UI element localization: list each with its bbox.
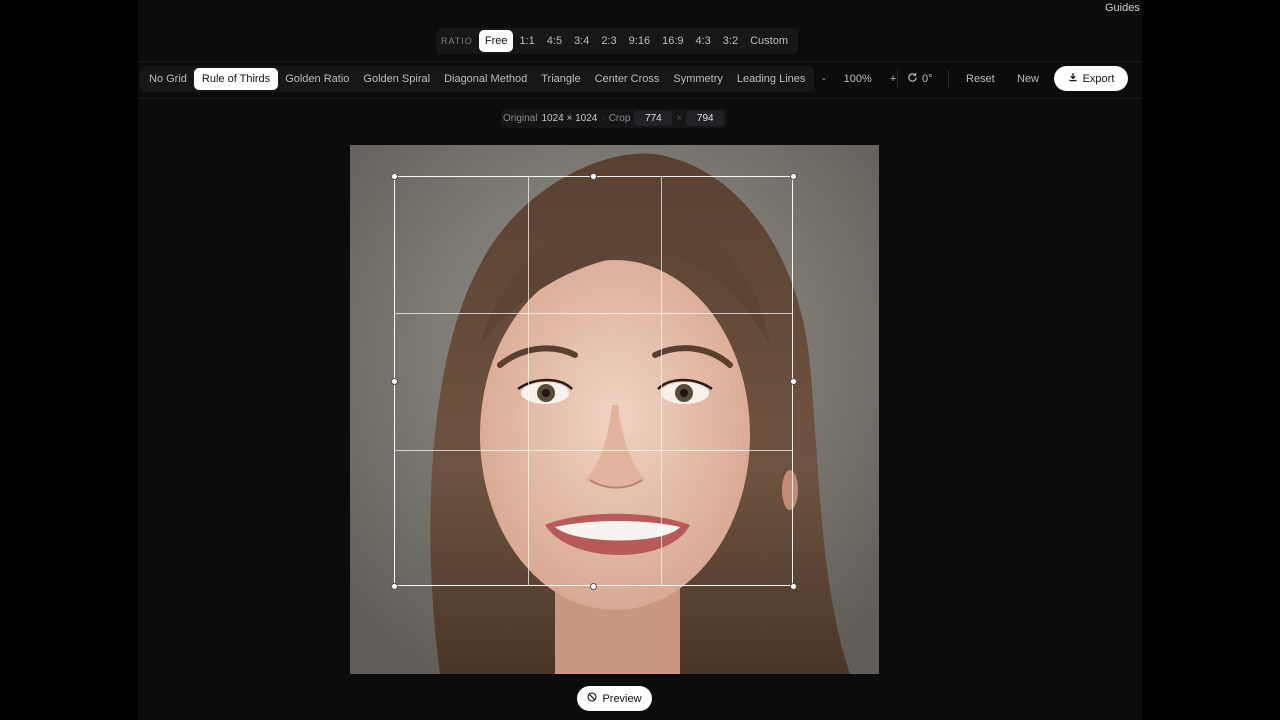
ratio-option-4-3[interactable]: 4:3 (690, 30, 717, 52)
ratio-option-16-9[interactable]: 16:9 (656, 30, 689, 52)
ratio-option-3-2[interactable]: 3:2 (717, 30, 744, 52)
original-label: Original (503, 113, 538, 124)
grid-option-golden-ratio[interactable]: Golden Ratio (278, 68, 356, 90)
grid-option-symmetry[interactable]: Symmetry (666, 68, 730, 90)
crop-handle-top-left[interactable] (391, 173, 398, 180)
grid-option-center-cross[interactable]: Center Cross (588, 68, 667, 90)
crop-handle-bottom[interactable] (590, 583, 597, 590)
zoom-in-button[interactable]: + (884, 69, 902, 89)
ratio-option-3-4[interactable]: 3:4 (568, 30, 595, 52)
grid-selector: No Grid Rule of Thirds Golden Ratio Gold… (140, 66, 815, 92)
rotation-value: 0° (922, 73, 933, 85)
grid-option-golden-spiral[interactable]: Golden Spiral (356, 68, 437, 90)
divider (897, 70, 898, 88)
export-label: Export (1082, 72, 1115, 85)
ratio-option-custom[interactable]: Custom (744, 30, 794, 52)
download-icon (1068, 72, 1078, 85)
ratio-option-4-5[interactable]: 4:5 (541, 30, 568, 52)
crop-handle-top[interactable] (590, 173, 597, 180)
grid-option-no-grid[interactable]: No Grid (142, 68, 194, 90)
crop-handle-bottom-left[interactable] (391, 583, 398, 590)
new-button[interactable]: New (1017, 66, 1039, 92)
times-symbol: × (676, 113, 683, 124)
crop-label: Crop (608, 113, 631, 124)
crop-height-input[interactable]: 794 (686, 111, 725, 126)
zoom-out-button[interactable]: - (816, 69, 832, 89)
grid-option-triangle[interactable]: Triangle (534, 68, 587, 90)
ratio-option-9-16[interactable]: 9:16 (623, 30, 656, 52)
grid-option-rule-of-thirds[interactable]: Rule of Thirds (193, 68, 279, 90)
crop-handle-top-right[interactable] (790, 173, 797, 180)
rotate-button[interactable]: 0° (907, 66, 933, 92)
crop-handle-left[interactable] (391, 378, 398, 385)
crop-handle-bottom-right[interactable] (790, 583, 797, 590)
ratio-option-2-3[interactable]: 2:3 (595, 30, 622, 52)
original-size: 1024 × 1024 (541, 113, 598, 124)
separator: · (601, 113, 605, 124)
preview-label: Preview (602, 692, 642, 705)
dimension-info: Original 1024 × 1024 · Crop 774 × 794 (501, 109, 728, 128)
ratio-label: RATIO (441, 36, 473, 46)
grid-option-leading-lines[interactable]: Leading Lines (730, 68, 813, 90)
reset-button[interactable]: Reset (966, 66, 995, 92)
grid-line-horizontal (395, 313, 792, 314)
grid-line-vertical (661, 177, 662, 585)
zoom-level: 100% (843, 73, 872, 85)
eye-icon (587, 692, 597, 705)
export-button[interactable]: Export (1054, 66, 1128, 91)
crop-frame[interactable] (394, 176, 793, 586)
rotate-icon (907, 72, 918, 86)
zoom-control: - 100% + (816, 66, 902, 92)
crop-width-input[interactable]: 774 (634, 111, 673, 126)
guides-link[interactable]: Guides (1105, 2, 1140, 14)
grid-option-diagonal-method[interactable]: Diagonal Method (437, 68, 534, 90)
ratio-option-free[interactable]: Free (478, 30, 514, 52)
crop-handle-right[interactable] (790, 378, 797, 385)
grid-line-horizontal (395, 450, 792, 451)
preview-button[interactable]: Preview (577, 686, 652, 711)
grid-line-vertical (528, 177, 529, 585)
divider (948, 70, 949, 88)
ratio-option-1-1[interactable]: 1:1 (513, 30, 540, 52)
ratio-selector: RATIO Free 1:1 4:5 3:4 2:3 9:16 16:9 4:3… (436, 28, 798, 54)
